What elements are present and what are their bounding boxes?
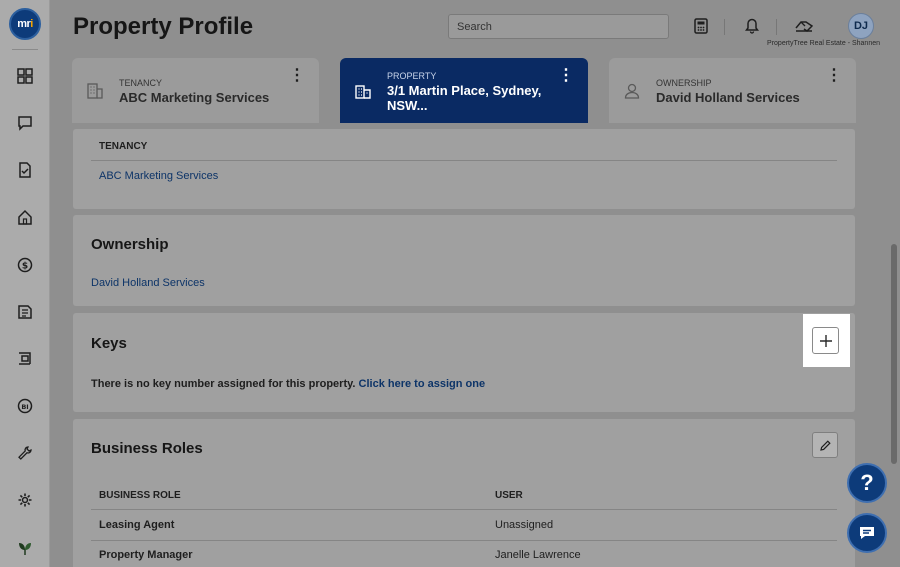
leaf-icon[interactable] (13, 536, 37, 560)
search-input[interactable] (448, 14, 669, 39)
card-value: ABC Marketing Services (119, 90, 270, 105)
card-kicker: PROPERTY (387, 71, 437, 81)
ownership-panel: Ownership David Holland Services (73, 215, 855, 306)
svg-text:BI: BI (21, 403, 28, 411)
tenancy-link[interactable]: ABC Marketing Services (99, 170, 218, 182)
pencil-icon (819, 439, 831, 451)
role-column-header: BUSINESS ROLE (99, 490, 181, 501)
page-title: Property Profile (73, 13, 254, 40)
plus-icon (819, 334, 832, 347)
card-kicker: OWNERSHIP (656, 78, 712, 88)
no-key-message: There is no key number assigned for this… (91, 378, 485, 390)
tenancy-column-header: TENANCY (99, 141, 148, 152)
avatar[interactable]: DJ (848, 13, 874, 39)
more-options-icon[interactable]: ⋮ (289, 68, 305, 84)
scrollbar-thumb[interactable] (891, 244, 897, 464)
help-button[interactable]: ? (847, 463, 887, 503)
edit-roles-button[interactable] (812, 432, 838, 458)
keys-title: Keys (91, 335, 127, 352)
dollar-icon[interactable]: $ (13, 253, 37, 277)
card-value: 3/1 Martin Place, Sydney, NSW... (387, 83, 542, 113)
chat-icon[interactable] (13, 111, 37, 135)
assign-key-link[interactable]: Click here to assign one (359, 378, 486, 390)
tenancy-card[interactable]: TENANCY ABC Marketing Services ⋮ (72, 58, 319, 123)
more-options-icon[interactable]: ⋮ (826, 68, 842, 84)
office-icon (355, 85, 371, 99)
mri-logo[interactable]: mr i (9, 8, 41, 40)
property-card[interactable]: PROPERTY 3/1 Martin Place, Sydney, NSW..… (340, 58, 588, 123)
add-key-button[interactable] (812, 327, 839, 354)
ownership-link[interactable]: David Holland Services (91, 277, 205, 289)
wrench-icon[interactable] (13, 441, 37, 465)
business-roles-panel: Business Roles BUSINESS ROLE USER Leasin… (73, 419, 855, 567)
business-roles-title: Business Roles (91, 440, 203, 457)
user-cell: Janelle Lawrence (495, 549, 581, 561)
add-key-highlight (803, 314, 850, 367)
chat-bubble-icon (860, 527, 874, 539)
header-divider (724, 19, 725, 35)
ownership-card[interactable]: OWNERSHIP David Holland Services ⋮ (609, 58, 856, 123)
role-cell: Property Manager (99, 549, 193, 561)
divider (91, 540, 837, 541)
home-icon[interactable] (13, 205, 37, 229)
document-icon[interactable] (13, 300, 37, 324)
ownership-title: Ownership (91, 236, 169, 253)
header-divider (776, 19, 777, 35)
sidebar: mr i $ BI (0, 0, 50, 567)
tenancy-panel: TENANCY ABC Marketing Services (73, 129, 855, 209)
role-cell: Leasing Agent (99, 519, 175, 531)
handshake-icon[interactable] (793, 15, 815, 37)
inspection-icon[interactable] (13, 346, 37, 370)
card-kicker: TENANCY (119, 78, 163, 88)
calculator-icon[interactable] (690, 15, 712, 37)
dashboard-icon[interactable] (13, 64, 37, 88)
svg-text:$: $ (22, 262, 28, 272)
user-column-header: USER (495, 490, 523, 501)
user-cell: Unassigned (495, 519, 554, 531)
bi-icon[interactable]: BI (13, 394, 37, 418)
organization-label: PropertyTree Real Estate - Shannen (767, 40, 880, 47)
divider (91, 160, 837, 161)
building-icon (87, 83, 103, 99)
settings-icon[interactable] (13, 488, 37, 512)
card-value: David Holland Services (656, 90, 800, 105)
divider (91, 509, 837, 510)
sidebar-divider (12, 49, 38, 50)
bell-icon[interactable] (741, 15, 763, 37)
more-options-icon[interactable]: ⋮ (558, 68, 574, 84)
chat-support-button[interactable] (847, 513, 887, 553)
keys-panel: Keys There is no key number assigned for… (73, 313, 855, 412)
tasks-icon[interactable] (13, 158, 37, 182)
no-key-text: There is no key number assigned for this… (91, 378, 356, 390)
person-icon (624, 83, 640, 99)
